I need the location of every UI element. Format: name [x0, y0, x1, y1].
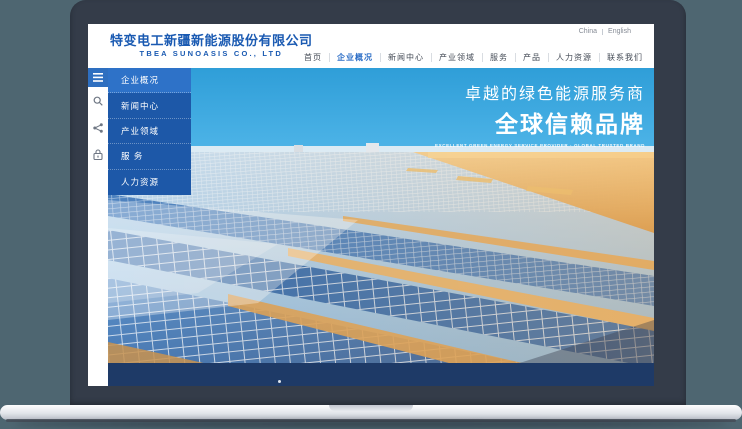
- logo-english-name: TBEA SUNOASIS CO., LTD: [110, 50, 313, 59]
- language-switcher: China English: [574, 28, 636, 35]
- lang-china-link[interactable]: China: [574, 28, 602, 35]
- website-screen: China English 特变电工新疆新能源股份有限公司 TBEA SUNOA…: [88, 24, 654, 386]
- sidebar-item-service[interactable]: 服 务: [108, 144, 191, 169]
- lock-icon[interactable]: [88, 141, 108, 168]
- nav-item-home[interactable]: 首页: [297, 53, 330, 62]
- nav-item-company[interactable]: 企业概况: [330, 53, 381, 62]
- sidebar-item-industry[interactable]: 产业领域: [108, 119, 191, 144]
- hero-heading-line2: 全球信赖品牌: [435, 105, 645, 139]
- nav-item-hr[interactable]: 人力资源: [549, 53, 600, 62]
- share-icon[interactable]: [88, 114, 108, 141]
- hero-heading-line1: 卓越的绿色能源服务商: [435, 80, 645, 104]
- nav-item-industry[interactable]: 产业领域: [432, 53, 483, 62]
- page: China English 特变电工新疆新能源股份有限公司 TBEA SUNOA…: [0, 0, 742, 429]
- sidebar-item-company[interactable]: 企业概况: [108, 68, 191, 93]
- carousel-dot[interactable]: [278, 380, 281, 383]
- menu-icon[interactable]: [88, 68, 108, 87]
- lang-english-link[interactable]: English: [603, 28, 636, 35]
- nav-item-service[interactable]: 服务: [483, 53, 516, 62]
- bottom-bar: [108, 363, 654, 386]
- icon-rail: [88, 68, 108, 386]
- site-header: China English 特变电工新疆新能源股份有限公司 TBEA SUNOA…: [88, 24, 654, 68]
- sidebar-menu: 企业概况 新闻中心 产业领域 服 务 人力资源: [108, 68, 191, 195]
- logo-chinese-name: 特变电工新疆新能源股份有限公司: [110, 34, 313, 49]
- laptop-shadow: [14, 421, 728, 427]
- hero-slogan: 卓越的绿色能源服务商 全球信赖品牌 EXCELLENT GREEN ENERGY…: [435, 80, 645, 148]
- nav-item-contact[interactable]: 联系我们: [600, 53, 650, 62]
- main-nav: 首页 企业概况 新闻中心 产业领域 服务 产品 人力资源 联系我们: [297, 53, 650, 62]
- sidebar-item-news[interactable]: 新闻中心: [108, 93, 191, 118]
- hero-tagline: EXCELLENT GREEN ENERGY SERVICE PROVIDER …: [435, 143, 645, 148]
- laptop-base-notch: [329, 405, 413, 411]
- search-icon[interactable]: [88, 87, 108, 114]
- page-body: 卓越的绿色能源服务商 全球信赖品牌 EXCELLENT GREEN ENERGY…: [88, 68, 654, 386]
- nav-item-news[interactable]: 新闻中心: [381, 53, 432, 62]
- nav-item-products[interactable]: 产品: [516, 53, 549, 62]
- company-logo[interactable]: 特变电工新疆新能源股份有限公司 TBEA SUNOASIS CO., LTD: [110, 34, 313, 59]
- sidebar-item-hr[interactable]: 人力资源: [108, 170, 191, 195]
